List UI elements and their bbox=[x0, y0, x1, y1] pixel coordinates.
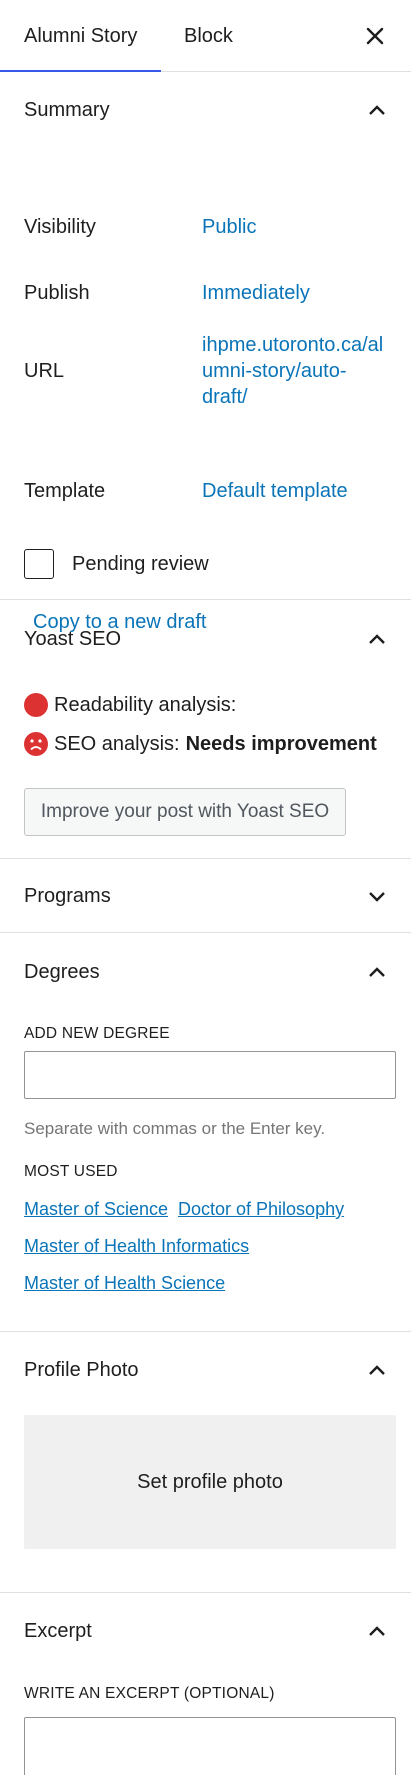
excerpt-textarea[interactable] bbox=[24, 1717, 396, 1775]
panel-title: Programs bbox=[24, 884, 111, 907]
seo-analysis-row: SEO analysis: Needs improvement bbox=[24, 732, 377, 756]
degree-tag-link[interactable]: Master of Health Science bbox=[24, 1273, 225, 1294]
close-icon bbox=[366, 27, 384, 45]
readability-status-dot bbox=[24, 693, 48, 717]
programs-panel: Programs bbox=[0, 859, 411, 933]
set-profile-photo-button[interactable]: Set profile photo bbox=[24, 1415, 396, 1549]
panel-title: Yoast SEO bbox=[24, 627, 122, 650]
url-link[interactable]: ihpme.utoronto.ca/al umni-story/auto- dr… bbox=[202, 332, 383, 410]
tab-alumni-story[interactable]: Alumni Story bbox=[0, 0, 161, 72]
degrees-panel-header[interactable]: Degrees bbox=[0, 933, 411, 1011]
degree-tag-link[interactable]: Master of Science bbox=[24, 1199, 168, 1220]
template-toggle[interactable]: Default template bbox=[202, 478, 348, 504]
publish-date-toggle[interactable]: Immediately bbox=[202, 280, 310, 306]
template-row: Template Default template bbox=[0, 478, 411, 504]
visibility-row: Visibility Public bbox=[0, 214, 411, 240]
url-row: URL ihpme.utoronto.ca/al umni-story/auto… bbox=[0, 332, 411, 410]
add-new-degree-label: ADD NEW DEGREE bbox=[24, 1025, 170, 1042]
most-used-label: MOST USED bbox=[24, 1163, 118, 1180]
chevron-up-icon bbox=[365, 1619, 389, 1643]
add-degree-input[interactable] bbox=[24, 1051, 396, 1099]
url-line: draft/ bbox=[202, 386, 248, 408]
degree-tag-link[interactable]: Doctor of Philosophy bbox=[178, 1199, 344, 1220]
write-excerpt-label: WRITE AN EXCERPT (OPTIONAL) bbox=[24, 1685, 275, 1702]
url-line: umni-story/auto- bbox=[202, 360, 347, 382]
chevron-down-icon bbox=[365, 884, 389, 908]
visibility-label: Visibility bbox=[24, 215, 96, 238]
url-line: ihpme.utoronto.ca/al bbox=[202, 334, 384, 356]
profile-photo-panel-header[interactable]: Profile Photo bbox=[0, 1332, 411, 1408]
readability-label: Readability analysis: bbox=[54, 693, 237, 716]
pending-review-row: Pending review bbox=[24, 549, 209, 579]
chevron-up-icon bbox=[365, 1358, 389, 1382]
degrees-panel: Degrees ADD NEW DEGREE Separate with com… bbox=[0, 933, 411, 1332]
seo-analysis-status: Needs improvement bbox=[185, 732, 377, 755]
summary-panel: Summary Visibility Public Publish Immedi… bbox=[0, 72, 411, 633]
chevron-up-icon bbox=[365, 98, 389, 122]
pending-review-checkbox[interactable] bbox=[24, 549, 54, 579]
chevron-up-icon bbox=[365, 960, 389, 984]
tab-block[interactable]: Block bbox=[184, 0, 233, 72]
sidebar-tabs: Alumni Story Block bbox=[0, 0, 411, 72]
summary-panel-header[interactable]: Summary bbox=[0, 72, 411, 148]
excerpt-panel-header[interactable]: Excerpt bbox=[0, 1593, 411, 1669]
chevron-up-icon bbox=[365, 627, 389, 651]
yoast-panel-header[interactable]: Yoast SEO bbox=[0, 601, 411, 677]
pending-review-label: Pending review bbox=[72, 552, 209, 575]
sad-face-icon bbox=[24, 732, 48, 756]
degree-help-text: Separate with commas or the Enter key. bbox=[24, 1119, 326, 1138]
visibility-toggle[interactable]: Public bbox=[202, 214, 256, 240]
excerpt-panel: Excerpt WRITE AN EXCERPT (OPTIONAL) bbox=[0, 1593, 411, 1775]
seo-analysis-label: SEO analysis: bbox=[54, 732, 180, 755]
profile-photo-panel: Profile Photo Set profile photo bbox=[0, 1332, 411, 1593]
panel-title: Degrees bbox=[24, 960, 100, 983]
improve-with-yoast-button[interactable]: Improve your post with Yoast SEO bbox=[24, 788, 346, 836]
programs-panel-header[interactable]: Programs bbox=[0, 859, 411, 933]
panel-title: Excerpt bbox=[24, 1619, 92, 1642]
url-label: URL bbox=[24, 359, 65, 382]
panel-title: Summary bbox=[24, 98, 110, 121]
panel-title: Profile Photo bbox=[24, 1358, 139, 1381]
degree-tag-link[interactable]: Master of Health Informatics bbox=[24, 1236, 249, 1257]
close-button[interactable] bbox=[361, 22, 389, 50]
publish-label: Publish bbox=[24, 281, 90, 304]
readability-row: Readability analysis: bbox=[24, 693, 236, 717]
yoast-seo-panel: Yoast SEO Readability analysis: SEO anal… bbox=[0, 601, 411, 859]
publish-row: Publish Immediately bbox=[0, 280, 411, 306]
template-label: Template bbox=[24, 479, 106, 502]
